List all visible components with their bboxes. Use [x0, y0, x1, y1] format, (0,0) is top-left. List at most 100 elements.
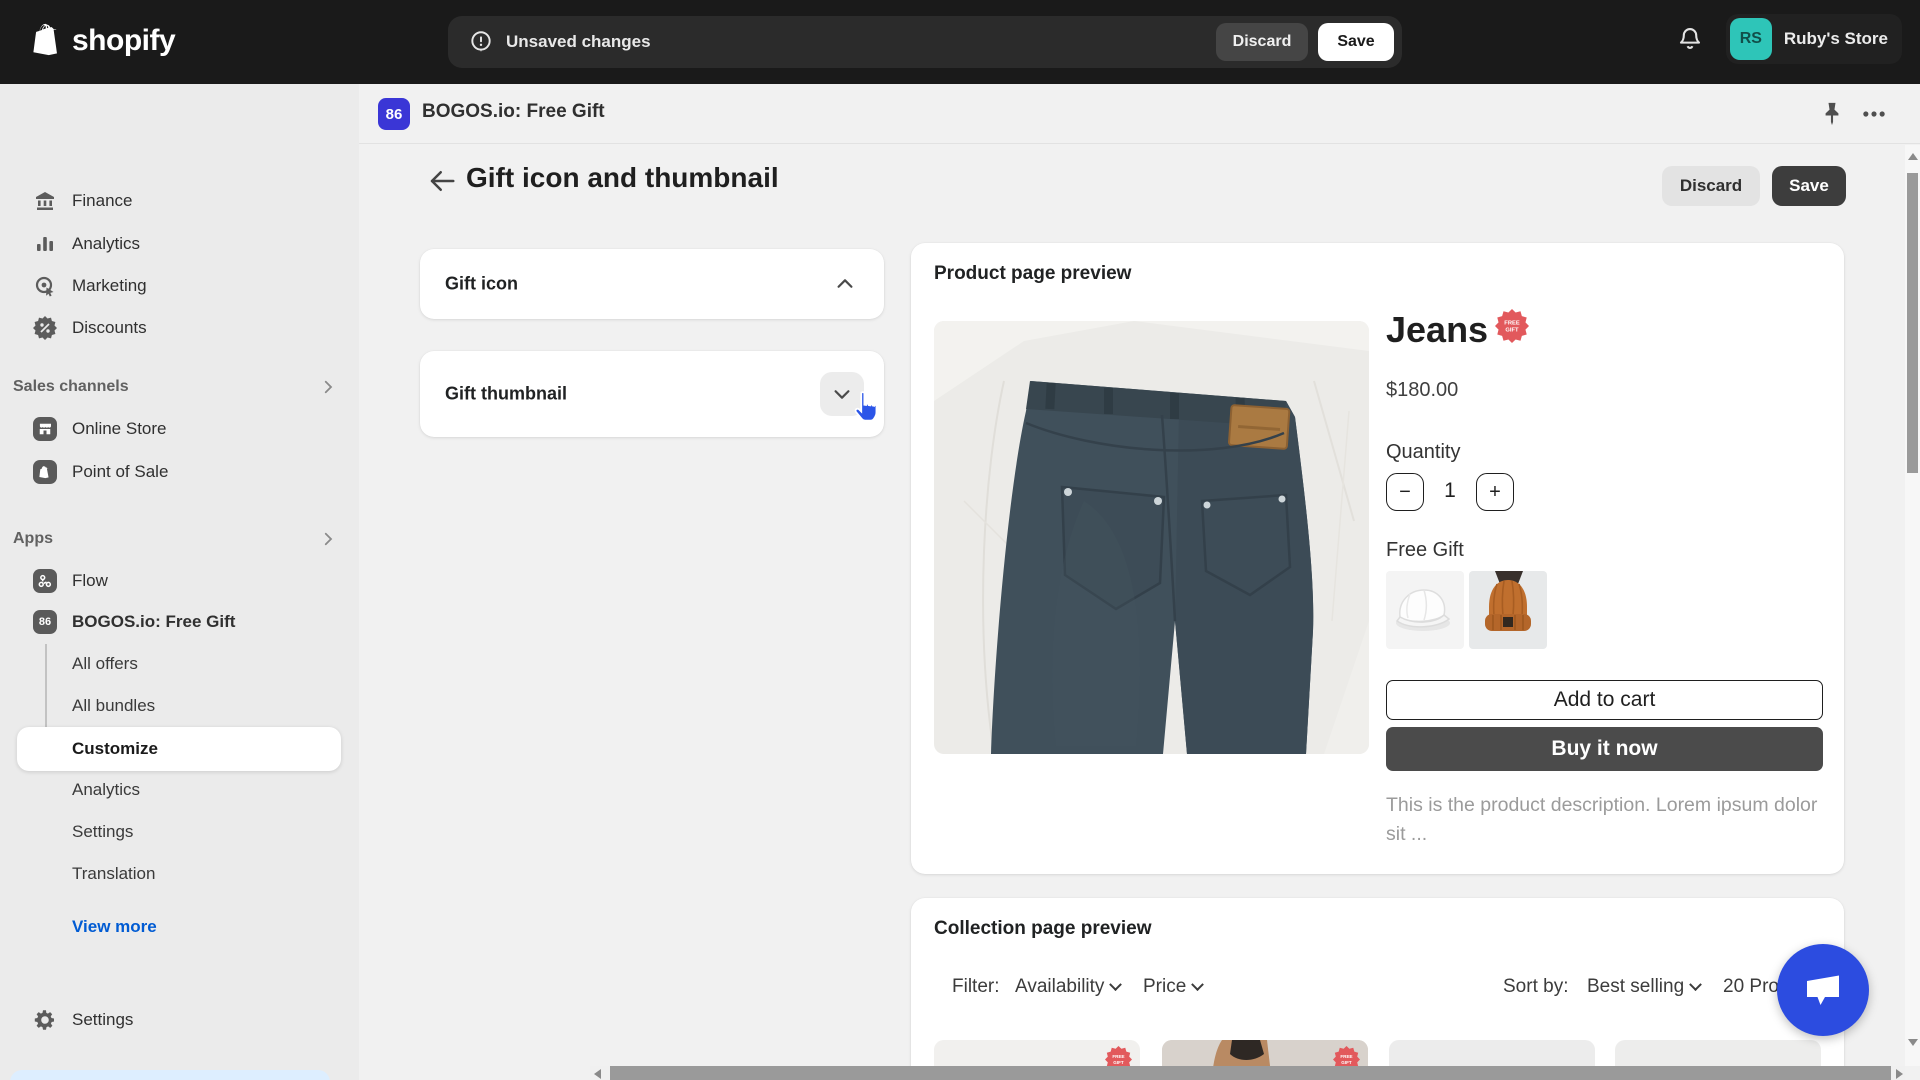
app-header-title: BOGOS.io: Free Gift: [422, 101, 605, 122]
filter-label: Filter:: [952, 976, 1000, 997]
chevron-up-icon: [834, 273, 856, 295]
page-discard-button[interactable]: Discard: [1662, 166, 1760, 206]
shopify-admin: shopify Unsaved changes Discard Save RS …: [0, 0, 1920, 1080]
main-content: 86 BOGOS.io: Free Gift Gift icon and thu…: [359, 84, 1920, 1080]
topbar-discard-button[interactable]: Discard: [1216, 23, 1308, 61]
discount-badge-icon: [33, 316, 57, 340]
sidebar-item-translation[interactable]: Translation: [0, 853, 359, 895]
alert-icon: [468, 29, 494, 55]
more-options-icon[interactable]: [1860, 100, 1888, 128]
global-nav-notice: Non-transferable Global Nav preview: [10, 1070, 330, 1080]
speech-bubble-icon: [1801, 970, 1845, 1010]
scroll-up-arrow[interactable]: [1908, 153, 1918, 160]
filter-price-dropdown[interactable]: Price: [1143, 976, 1205, 998]
unsaved-changes-text: Unsaved changes: [506, 32, 651, 51]
sort-dropdown[interactable]: Best selling: [1587, 976, 1703, 998]
sidebar-item-discounts[interactable]: Discounts: [0, 307, 359, 349]
store-menu[interactable]: RS Ruby's Store: [1725, 14, 1902, 64]
sidebar-item-online-store[interactable]: Online Store: [0, 408, 359, 450]
storefront-icon: [33, 417, 57, 441]
product-page-preview-card: Product page preview Jeans FREE GIFT $18…: [911, 243, 1844, 874]
app-header-bar: 86 BOGOS.io: Free Gift: [359, 84, 1920, 144]
target-icon: [33, 274, 57, 298]
store-avatar: RS: [1729, 18, 1772, 60]
chevron-down-icon: [1689, 978, 1703, 992]
top-bar: shopify Unsaved changes Discard Save RS …: [0, 0, 1920, 84]
product-name: Jeans: [1386, 309, 1489, 350]
quantity-label: Quantity: [1386, 441, 1461, 463]
back-arrow-icon[interactable]: [427, 166, 457, 196]
scroll-right-arrow[interactable]: [1896, 1069, 1903, 1079]
filter-availability-dropdown[interactable]: Availability: [1015, 976, 1123, 998]
shopify-wordmark: shopify: [72, 24, 176, 57]
collection-preview-heading: Collection page preview: [934, 918, 1152, 939]
chevron-down-icon: [831, 383, 853, 405]
svg-text:FREE: FREE: [1112, 1054, 1124, 1059]
scroll-left-arrow[interactable]: [594, 1069, 601, 1079]
sidebar-view-more-link[interactable]: View more: [0, 906, 359, 948]
sidebar-item-marketing[interactable]: Marketing: [0, 265, 359, 307]
scroll-down-arrow[interactable]: [1908, 1039, 1918, 1046]
bogos-app-header-icon[interactable]: 86: [378, 98, 410, 130]
vertical-scrollbar[interactable]: [1905, 145, 1920, 1066]
shopify-logo[interactable]: shopify: [30, 22, 176, 60]
gift-icon-panel[interactable]: Gift icon: [420, 249, 884, 319]
gift-thumbnail-orange-beanie[interactable]: [1469, 571, 1547, 649]
bank-icon: [33, 189, 57, 213]
sidebar-item-point-of-sale[interactable]: Point of Sale: [0, 451, 359, 493]
free-gift-label: Free Gift: [1386, 539, 1464, 561]
buy-it-now-button[interactable]: Buy it now: [1386, 727, 1823, 771]
expand-thumbnail-button[interactable]: [820, 372, 864, 416]
chevron-right-icon: [319, 530, 337, 548]
product-description: This is the product description. Lorem i…: [1386, 794, 1818, 846]
chevron-right-icon: [319, 378, 337, 396]
sidebar-item-app-settings[interactable]: Settings: [0, 811, 359, 853]
unsaved-changes-bar: Unsaved changes Discard Save: [448, 16, 1402, 68]
product-preview-heading: Product page preview: [934, 263, 1132, 284]
sidebar-section-sales-channels[interactable]: Sales channels: [0, 366, 359, 408]
horizontal-scrollbar[interactable]: [590, 1066, 1905, 1080]
sidebar-item-bogos[interactable]: 86 BOGOS.io: Free Gift: [0, 601, 359, 643]
page-title: Gift icon and thumbnail: [466, 162, 779, 193]
svg-text:FREE: FREE: [1504, 320, 1520, 326]
quantity-minus-button[interactable]: −: [1386, 473, 1424, 511]
product-image-jeans: [934, 321, 1369, 754]
gift-thumbnail-panel[interactable]: Gift thumbnail: [420, 351, 884, 437]
vertical-scrollbar-thumb[interactable]: [1907, 173, 1918, 473]
sidebar-item-customize-active[interactable]: Customize: [17, 727, 341, 771]
chevron-down-icon: [1191, 978, 1205, 992]
page-save-button[interactable]: Save: [1772, 166, 1846, 206]
svg-text:FREE: FREE: [1340, 1054, 1352, 1059]
horizontal-scrollbar-thumb[interactable]: [610, 1066, 1891, 1080]
bar-chart-icon: [33, 232, 57, 256]
sidebar-item-finance[interactable]: Finance: [0, 180, 359, 222]
sidebar-item-app-analytics[interactable]: Analytics: [0, 769, 359, 811]
add-to-cart-button[interactable]: Add to cart: [1386, 680, 1823, 720]
sidebar-nav: Finance Analytics Marketing Discounts Sa…: [0, 84, 359, 1080]
gift-thumbnail-white-cap[interactable]: [1386, 571, 1464, 649]
chat-widget-button[interactable]: [1777, 944, 1869, 1036]
free-gift-badge-icon: FREE GIFT: [1495, 309, 1529, 343]
sidebar-item-analytics[interactable]: Analytics: [0, 223, 359, 265]
sidebar-item-flow[interactable]: Flow: [0, 560, 359, 602]
gear-icon: [33, 1008, 57, 1032]
sidebar-section-apps[interactable]: Apps: [0, 518, 359, 560]
quantity-plus-button[interactable]: +: [1476, 473, 1514, 511]
shopify-bag-icon: [30, 22, 64, 60]
svg-text:GIFT: GIFT: [1341, 1060, 1352, 1065]
flow-app-icon: [33, 569, 57, 593]
pin-icon[interactable]: [1818, 100, 1846, 128]
shopify-pos-icon: [33, 460, 57, 484]
bogos-app-icon: 86: [33, 610, 57, 634]
quantity-value: 1: [1444, 479, 1456, 502]
store-name: Ruby's Store: [1783, 29, 1888, 48]
collection-page-preview-card: Collection page preview Filter: Availabi…: [911, 898, 1844, 1080]
product-price: $180.00: [1386, 379, 1459, 401]
svg-text:GIFT: GIFT: [1505, 327, 1519, 333]
notifications-bell-icon[interactable]: [1676, 25, 1704, 53]
svg-text:GIFT: GIFT: [1113, 1060, 1124, 1065]
sidebar-item-settings[interactable]: Settings: [0, 999, 359, 1041]
chevron-down-icon: [1109, 978, 1123, 992]
topbar-save-button[interactable]: Save: [1318, 23, 1394, 61]
sort-by-label: Sort by:: [1503, 976, 1569, 997]
